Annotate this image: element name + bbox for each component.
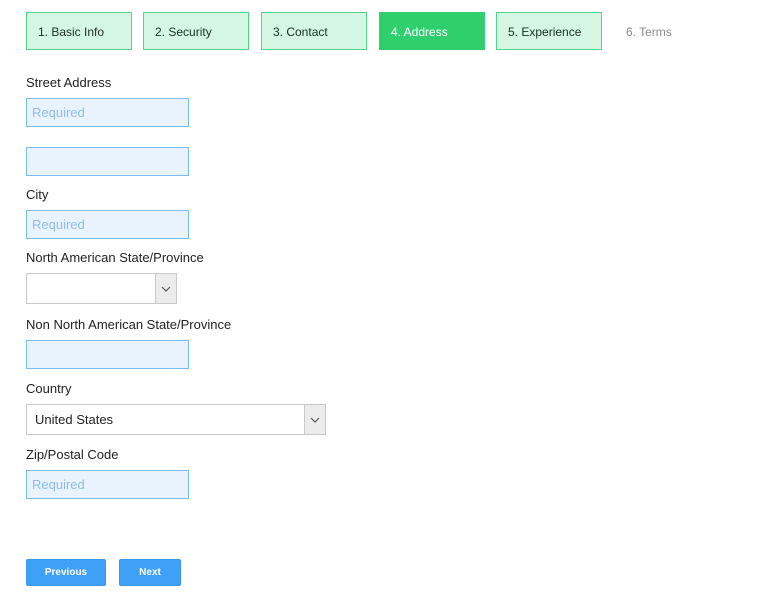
chevron-down-icon[interactable]	[304, 405, 325, 434]
city-label: City	[26, 187, 49, 202]
address-form-page: 1. Basic Info 2. Security 3. Contact 4. …	[0, 0, 773, 599]
step-contact[interactable]: 3. Contact	[261, 12, 367, 50]
country-select-value: United States	[35, 412, 114, 427]
step-experience[interactable]: 5. Experience	[496, 12, 602, 50]
zip-label: Zip/Postal Code	[26, 447, 119, 462]
na-state-select[interactable]	[26, 273, 177, 304]
chevron-down-icon[interactable]	[155, 274, 176, 303]
non-na-state-label: Non North American State/Province	[26, 317, 232, 332]
na-state-label: North American State/Province	[26, 250, 204, 265]
street-address-label: Street Address	[26, 75, 112, 90]
zip-input[interactable]	[26, 470, 189, 499]
street-address-line2-input[interactable]	[26, 147, 189, 176]
previous-button[interactable]: Previous	[26, 559, 106, 586]
step-basic-info[interactable]: 1. Basic Info	[26, 12, 132, 50]
country-select[interactable]: United States	[26, 404, 326, 435]
country-label: Country	[26, 381, 72, 396]
step-security[interactable]: 2. Security	[143, 12, 249, 50]
next-button[interactable]: Next	[119, 559, 181, 586]
step-address[interactable]: 4. Address	[379, 12, 485, 50]
street-address-input[interactable]	[26, 98, 189, 127]
city-input[interactable]	[26, 210, 189, 239]
step-terms[interactable]: 6. Terms	[614, 12, 694, 50]
non-na-state-input[interactable]	[26, 340, 189, 369]
